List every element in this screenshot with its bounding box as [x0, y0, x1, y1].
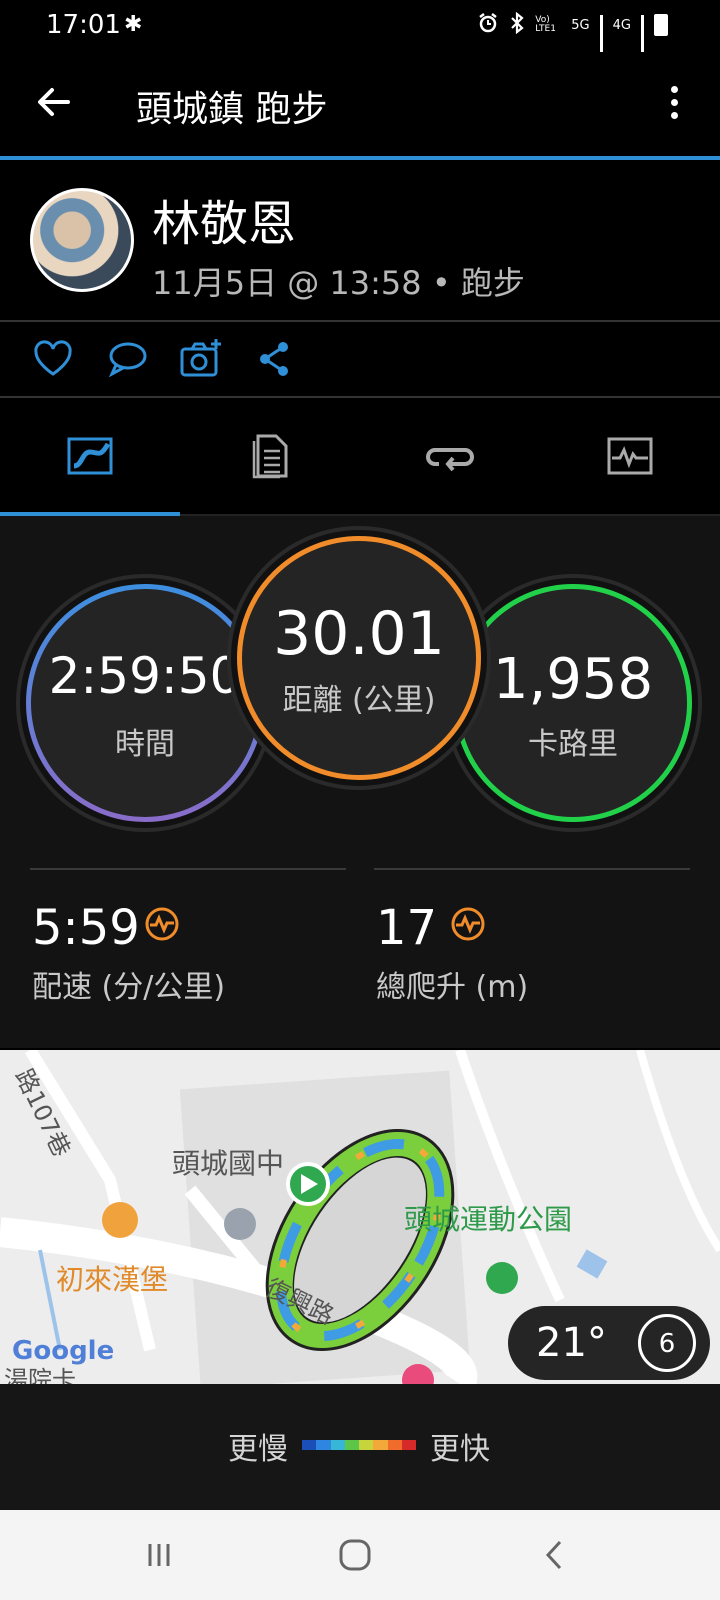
- signal-icon: [599, 15, 603, 60]
- divider: [30, 868, 346, 870]
- heart-icon[interactable]: [30, 336, 76, 382]
- time-value: 2:59:50: [48, 647, 242, 705]
- legend-color-segment: [316, 1440, 331, 1450]
- tab-details[interactable]: [180, 398, 360, 514]
- time-label: 時間: [115, 727, 175, 762]
- user-name: 林敬恩: [152, 196, 297, 252]
- tab-charts[interactable]: [540, 398, 720, 514]
- weather-badge[interactable]: 21° 6: [508, 1306, 710, 1380]
- route-map[interactable]: 路107巷 頭城國中 頭城運動公園 初來漢堡 復興路 湯院卡 Google 21…: [0, 1050, 720, 1384]
- network-5g-label: 5G: [571, 17, 590, 33]
- legend-color-segment: [359, 1440, 374, 1450]
- distance-ring: 30.01 距離 (公里): [237, 536, 481, 780]
- wind-value: 6: [658, 1329, 676, 1359]
- wind-icon: 6: [638, 1314, 696, 1372]
- calories-ring: 1,958 卡路里: [454, 584, 692, 822]
- activity-header: 林敬恩 11月5日 @ 13:58 • 跑步: [0, 160, 720, 320]
- status-icons: Vo) LTE1 5G 4G: [477, 11, 668, 60]
- poi-label: 初來漢堡: [56, 1263, 169, 1296]
- calories-label: 卡路里: [528, 727, 618, 762]
- status-bar: 17:01 ✱ Vo) LTE1 5G 4G: [0, 0, 720, 60]
- legend-color-segment: [387, 1440, 402, 1450]
- tab-bar: [0, 398, 720, 514]
- avatar[interactable]: [30, 188, 134, 292]
- alarm-icon: [477, 12, 499, 38]
- battery-icon: [654, 14, 668, 36]
- poi-label: 頭城運動公園: [404, 1203, 573, 1236]
- bluetooth-icon: [509, 11, 525, 38]
- tab-laps[interactable]: [360, 398, 540, 514]
- back-arrow-icon[interactable]: [30, 78, 78, 126]
- calories-value: 1,958: [492, 647, 654, 712]
- share-icon[interactable]: [252, 336, 298, 382]
- distance-label: 距離 (公里): [282, 683, 436, 718]
- pace-value: 5:59: [32, 900, 140, 956]
- back-icon[interactable]: [530, 1532, 580, 1578]
- page-title: 頭城鎮 跑步: [136, 89, 328, 130]
- legend-color-segment: [344, 1440, 359, 1450]
- more-vert-icon[interactable]: [664, 82, 684, 126]
- legend-fast-label: 更快: [430, 1432, 490, 1467]
- chart-icon: [607, 437, 653, 475]
- app-bar: 頭城鎮 跑步: [0, 52, 720, 156]
- legend-slow-label: 更慢: [228, 1432, 288, 1467]
- time-ring: 2:59:50 時間: [26, 584, 264, 822]
- home-icon[interactable]: [330, 1532, 380, 1578]
- tab-overview[interactable]: [0, 398, 180, 514]
- stats-panel: 2:59:50 時間 1,958 卡路里 30.01 距離 (公里) 5:59 …: [0, 516, 720, 1048]
- ascent-label: 總爬升 (m): [376, 970, 529, 1005]
- heart-rate-pulse-icon: [145, 907, 179, 941]
- signal-icon: [641, 15, 644, 60]
- legend-color-segment: [302, 1440, 317, 1450]
- google-logo: Google: [12, 1336, 115, 1366]
- add-photo-icon[interactable]: [178, 336, 224, 382]
- legend-color-segment: [373, 1440, 388, 1450]
- status-time: 17:01: [46, 10, 121, 40]
- legend-color-segment: [401, 1440, 416, 1450]
- action-bar: [0, 322, 720, 396]
- distance-value: 30.01: [273, 599, 445, 669]
- activity-meta: 11月5日 @ 13:58 • 跑步: [152, 264, 525, 302]
- loop-icon: [426, 448, 474, 472]
- network-4g-label: 4G: [612, 17, 631, 33]
- temperature-value: 21°: [536, 1320, 607, 1366]
- legend-gradient-bar: [302, 1440, 416, 1450]
- comment-icon[interactable]: [104, 336, 150, 382]
- pace-label: 配速 (分/公里): [32, 970, 226, 1005]
- volte-label: Vo) LTE1: [535, 15, 556, 34]
- divider: [374, 868, 690, 870]
- bluetooth-icon: ✱: [124, 12, 143, 37]
- poi-label: 頭城國中: [172, 1147, 285, 1180]
- legend-color-segment: [330, 1440, 345, 1450]
- system-nav-bar: [0, 1510, 720, 1600]
- overview-icon: [67, 437, 113, 475]
- document-icon: [252, 434, 288, 479]
- pace-legend: 更慢 更快: [0, 1384, 720, 1510]
- heart-rate-pulse-icon: [451, 907, 485, 941]
- ascent-value: 17: [376, 900, 438, 956]
- recent-apps-icon[interactable]: [134, 1532, 184, 1578]
